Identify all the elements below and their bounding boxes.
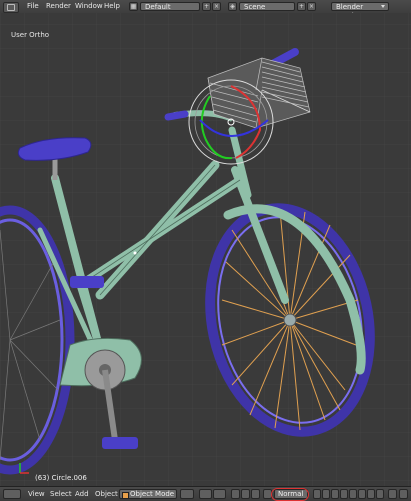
viewport-scene: [0, 13, 411, 486]
3d-view-header: View Select Add Object Object Mode Norma…: [0, 486, 411, 501]
render-engine-select[interactable]: Blender Render: [331, 2, 389, 20]
chevron-down-icon: [381, 5, 385, 8]
manipulator-icon[interactable]: [213, 489, 226, 499]
translate-icon[interactable]: [231, 489, 240, 499]
screen-layout-icon[interactable]: ▦: [129, 2, 138, 11]
layer-button[interactable]: [340, 489, 348, 499]
annotation-highlight: [271, 488, 309, 501]
menu-window[interactable]: Window: [75, 0, 103, 13]
3d-viewport[interactable]: User Ortho: [0, 13, 411, 486]
menu-object[interactable]: Object: [95, 487, 118, 501]
close-icon[interactable]: ×: [307, 2, 316, 11]
object-mode-icon: [122, 492, 129, 499]
viewport-shading-icon[interactable]: [180, 489, 194, 499]
info-header: File Render Window Help ▦ Default + × ◈ …: [0, 0, 411, 20]
add-icon[interactable]: +: [297, 2, 306, 11]
3d-cursor: [133, 251, 137, 255]
layer-button[interactable]: [322, 489, 330, 499]
rotate-icon[interactable]: [241, 489, 250, 499]
pedal: [70, 276, 104, 288]
editor-type-icon[interactable]: [3, 2, 19, 13]
add-icon[interactable]: +: [202, 2, 211, 11]
snap-icon[interactable]: [388, 489, 397, 499]
layer-button[interactable]: [367, 489, 375, 499]
scale-icon[interactable]: [251, 489, 260, 499]
screen-layout-field[interactable]: Default: [140, 2, 200, 11]
scene-field[interactable]: Scene: [239, 2, 295, 11]
layer-button[interactable]: [376, 489, 384, 499]
pivot-point-icon[interactable]: [199, 489, 212, 499]
scene-icon[interactable]: ◈: [228, 2, 237, 11]
menu-help[interactable]: Help: [104, 0, 120, 13]
magnet-icon[interactable]: [399, 489, 408, 499]
layer-button[interactable]: [349, 489, 357, 499]
layer-button[interactable]: [331, 489, 339, 499]
layer-button[interactable]: [358, 489, 366, 499]
menu-render[interactable]: Render: [46, 0, 71, 13]
mode-label: Object Mode: [130, 490, 175, 498]
view-label: User Ortho: [11, 31, 50, 39]
mode-select[interactable]: Object Mode: [119, 489, 177, 499]
menu-view[interactable]: View: [28, 487, 45, 501]
editor-type-icon[interactable]: [3, 489, 21, 499]
menu-add[interactable]: Add: [75, 487, 89, 501]
menu-select[interactable]: Select: [50, 487, 72, 501]
active-object-label: (63) Circle.006: [35, 474, 87, 482]
close-icon[interactable]: ×: [212, 2, 221, 11]
layer-button[interactable]: [313, 489, 321, 499]
menu-file[interactable]: File: [27, 0, 39, 13]
